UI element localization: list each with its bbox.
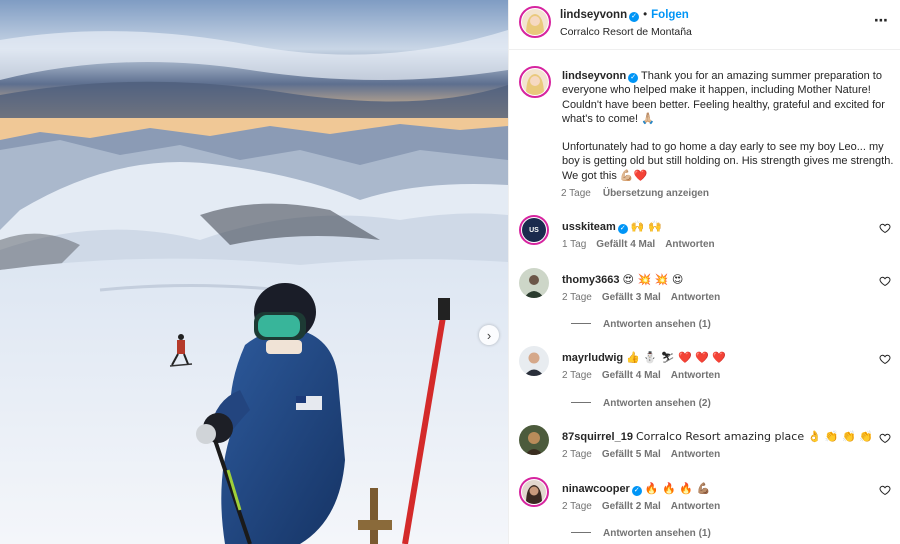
caption-username[interactable]: lindseyvonn: [562, 70, 626, 82]
avatar-logo-text: US: [529, 226, 539, 234]
post-sidebar: lindseyvonn ✓ • Folgen Corralco Resort de M…: [508, 0, 900, 544]
like-heart-icon[interactable]: [879, 353, 891, 365]
comment-username[interactable]: 87squirrel_19: [562, 431, 633, 443]
comment-username[interactable]: usskiteam: [562, 221, 616, 233]
reply-button[interactable]: Antworten: [671, 501, 720, 512]
post-author-username[interactable]: lindseyvonn: [560, 9, 627, 21]
reply-button[interactable]: Antworten: [671, 370, 720, 381]
comment-time: 2 Tage: [562, 370, 592, 381]
verified-badge-icon: ✓: [617, 224, 628, 234]
divider: [571, 402, 591, 403]
avatar[interactable]: US: [519, 215, 549, 245]
post-image: ›: [0, 0, 508, 544]
avatar[interactable]: [519, 268, 549, 298]
view-replies-label: Antworten ansehen (1): [603, 319, 711, 330]
verified-badge-icon: ✓: [629, 12, 640, 22]
caption-time: 2 Tage: [561, 188, 591, 199]
avatar[interactable]: [519, 6, 551, 38]
reply-button[interactable]: Antworten: [665, 239, 714, 250]
avatar[interactable]: [519, 425, 549, 455]
comment-likes[interactable]: Gefällt 5 Mal: [602, 449, 661, 460]
post-header: lindseyvonn ✓ • Folgen Corralco Resort de M…: [509, 0, 900, 50]
comment-username[interactable]: thomy3663: [562, 274, 619, 286]
avatar[interactable]: [519, 477, 549, 507]
comment-text: 👍 ⛄ ⛷ ❤️ ❤️ ❤️: [626, 351, 727, 364]
comment-likes[interactable]: Gefällt 4 Mal: [602, 370, 661, 381]
ski-slope-photo: [0, 0, 508, 544]
comment-time: 1 Tag: [562, 239, 587, 250]
more-options-icon[interactable]: ⋯: [874, 12, 889, 29]
comment-time: 2 Tage: [562, 292, 592, 303]
next-image-button[interactable]: ›: [479, 325, 499, 345]
verified-badge-icon: ✓: [631, 486, 642, 496]
view-replies-button[interactable]: Antworten ansehen (1): [571, 528, 711, 539]
comment-time: 2 Tage: [562, 449, 592, 460]
view-replies-label: Antworten ansehen (1): [603, 528, 711, 539]
like-heart-icon[interactable]: [879, 432, 891, 444]
view-replies-button[interactable]: Antworten ansehen (2): [571, 398, 711, 409]
like-heart-icon[interactable]: [879, 222, 891, 234]
follow-button[interactable]: Folgen: [651, 9, 689, 21]
comment-text: 🔥 🔥 🔥 💪🏽: [644, 482, 711, 495]
comment-text: Corralco Resort amazing place 👌 👏 👏 👏: [636, 430, 873, 443]
view-replies-label: Antworten ansehen (2): [603, 398, 711, 409]
comment-text: 🙌 🙌: [630, 220, 662, 233]
caption-text-2: Unfortunately had to go home a day early…: [562, 141, 894, 182]
comment-username[interactable]: mayrludwig: [562, 352, 623, 364]
comment-time: 2 Tage: [562, 501, 592, 512]
divider: [571, 323, 591, 324]
location-link[interactable]: Corralco Resort de Montaña: [560, 26, 692, 38]
divider: [571, 532, 591, 533]
comment-username[interactable]: ninawcooper: [562, 483, 630, 495]
comment-likes[interactable]: Gefällt 2 Mal: [602, 501, 661, 512]
translate-button[interactable]: Übersetzung anzeigen: [603, 188, 709, 199]
verified-badge-icon: ✓: [628, 73, 639, 83]
like-heart-icon[interactable]: [879, 275, 891, 287]
avatar[interactable]: [519, 346, 549, 376]
comment-text: 😍 💥 💥 😍: [622, 273, 684, 286]
chevron-right-icon: ›: [486, 327, 492, 343]
avatar[interactable]: [519, 66, 551, 98]
comment-likes[interactable]: Gefällt 4 Mal: [596, 239, 655, 250]
reply-button[interactable]: Antworten: [671, 292, 720, 303]
separator: •: [643, 9, 648, 21]
like-heart-icon[interactable]: [879, 484, 891, 496]
comment-likes[interactable]: Gefällt 3 Mal: [602, 292, 661, 303]
reply-button[interactable]: Antworten: [671, 449, 720, 460]
view-replies-button[interactable]: Antworten ansehen (1): [571, 319, 711, 330]
